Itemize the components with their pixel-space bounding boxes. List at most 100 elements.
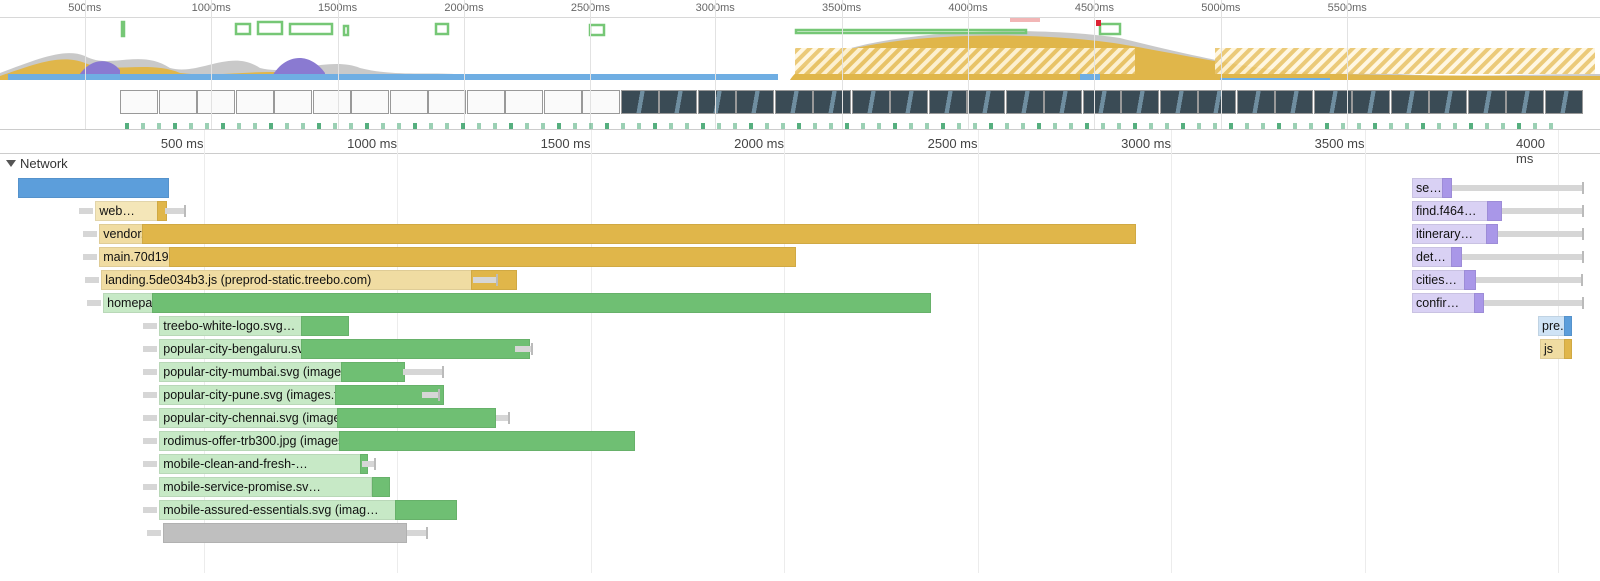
screenshot-thumb[interactable] [775, 90, 813, 114]
screenshot-thumb[interactable] [1237, 90, 1275, 114]
network-request-bar[interactable]: js [0, 339, 1600, 359]
network-request-bar[interactable]: cities… [0, 270, 1600, 290]
request-end-tick [1582, 297, 1584, 309]
network-request-bar[interactable]: icomoon.f9c43a99.woff2 (prep… [0, 523, 1600, 543]
screenshot-thumb[interactable] [197, 90, 235, 114]
screenshot-thumb[interactable] [698, 90, 736, 114]
request-label: mobile-clean-and-fresh-… [163, 457, 308, 471]
overview-gridline [842, 0, 843, 129]
screenshot-thumb[interactable] [1391, 90, 1429, 114]
screenshot-thumb[interactable] [1352, 90, 1390, 114]
request-label: mobile-service-promise.sv… [163, 480, 321, 494]
screenshot-thumb[interactable] [505, 90, 543, 114]
request-bar-download [339, 431, 635, 451]
screenshot-thumb[interactable] [1275, 90, 1313, 114]
network-request-bar[interactable]: pre. [0, 316, 1600, 336]
screenshot-thumb[interactable] [1160, 90, 1198, 114]
screenshot-thumb[interactable] [813, 90, 851, 114]
screenshot-thumb[interactable] [1545, 90, 1583, 114]
screenshot-thumb[interactable] [1006, 90, 1044, 114]
network-request-bar[interactable]: itinerary… [0, 224, 1600, 244]
request-label: cities… [1416, 273, 1457, 287]
screenshot-thumb[interactable] [236, 90, 274, 114]
network-request-bar[interactable]: se… [0, 178, 1600, 198]
request-lead-whisker [143, 438, 157, 444]
overview-gridline [715, 0, 716, 129]
screenshot-thumb[interactable] [967, 90, 1005, 114]
request-tail-whisker [407, 530, 426, 536]
screenshot-thumb[interactable] [1083, 90, 1121, 114]
screenshot-thumb[interactable] [159, 90, 197, 114]
overview-timeline[interactable]: 500ms1000ms1500ms2000ms2500ms3000ms3500m… [0, 0, 1600, 130]
request-end-tick [1581, 274, 1583, 286]
network-request-bar[interactable]: mobile-assured-essentials.svg (imag… [0, 500, 1600, 520]
request-bar-download [1564, 316, 1572, 336]
screenshot-thumb[interactable] [852, 90, 890, 114]
network-request-bar[interactable]: mobile-service-promise.sv… [0, 477, 1600, 497]
request-bar-download [337, 408, 496, 428]
request-lead-whisker [143, 507, 157, 513]
overview-ruler: 500ms1000ms1500ms2000ms2500ms3000ms3500m… [0, 0, 1600, 18]
screenshot-thumbs[interactable] [0, 88, 1600, 118]
request-end-tick [426, 527, 428, 539]
network-request-bar[interactable]: popular-city-mumbai.svg (images… [0, 362, 1600, 382]
disclosure-triangle-icon [6, 160, 16, 167]
network-request-bar[interactable]: popular-city-chennai.svg (images.treeboh… [0, 408, 1600, 428]
network-request-bar[interactable]: find.f464… [0, 201, 1600, 221]
screenshot-thumb[interactable] [1314, 90, 1352, 114]
network-request-bar[interactable]: mobile-clean-and-fresh-… [0, 454, 1600, 474]
screenshot-thumb[interactable] [1468, 90, 1506, 114]
network-waterfall[interactable]: bundle-ssr-…web…vendor.1573affe.js (prep… [0, 178, 1600, 581]
screenshot-thumb[interactable] [351, 90, 389, 114]
screenshot-thumb[interactable] [428, 90, 466, 114]
main-ruler-tick: 500 ms [161, 136, 204, 151]
main-ruler-tick: 2000 ms [734, 136, 784, 151]
request-lead-whisker [143, 415, 157, 421]
screenshot-thumb[interactable] [582, 90, 620, 114]
request-tail-whisker [422, 392, 437, 398]
request-bar-download [395, 500, 457, 520]
network-section-header[interactable]: Network [6, 156, 68, 171]
screenshot-thumb[interactable] [1198, 90, 1236, 114]
request-bar-download [1474, 293, 1484, 313]
request-lead-whisker [147, 530, 161, 536]
main-ruler[interactable]: 500 ms1000 ms1500 ms2000 ms2500 ms3000 m… [0, 130, 1600, 154]
request-bar-download [341, 362, 405, 382]
request-tail-whisker [1462, 254, 1582, 260]
main-ruler-tick: 4000 ms [1516, 136, 1558, 166]
request-bar-download [1451, 247, 1462, 267]
network-section-label: Network [20, 156, 68, 171]
screenshot-thumb[interactable] [929, 90, 967, 114]
screenshot-thumb[interactable] [736, 90, 774, 114]
network-request-bar[interactable]: rodimus-offer-trb300.jpg (images.treeboh… [0, 431, 1600, 451]
screenshot-thumb[interactable] [659, 90, 697, 114]
screenshot-thumb[interactable] [1121, 90, 1159, 114]
screenshot-thumb[interactable] [390, 90, 428, 114]
network-request-bar[interactable]: det… [0, 247, 1600, 267]
overview-flame-chart [0, 18, 1600, 80]
screenshot-thumb[interactable] [274, 90, 312, 114]
request-lead-whisker [143, 369, 157, 375]
screenshot-thumb[interactable] [544, 90, 582, 114]
screenshot-thumb[interactable] [1506, 90, 1544, 114]
main-ruler-tick: 2500 ms [928, 136, 978, 151]
network-request-bar[interactable]: confir… [0, 293, 1600, 313]
request-bar-download [1442, 178, 1452, 198]
screenshot-thumb[interactable] [313, 90, 351, 114]
request-label: itinerary… [1416, 227, 1473, 241]
overview-gridline [590, 0, 591, 129]
request-tail-whisker [403, 369, 442, 375]
request-label: js [1544, 342, 1553, 356]
request-label: popular-city-mumbai.svg (images… [163, 365, 360, 379]
network-request-bar[interactable]: popular-city-pune.svg (images.tree… [0, 385, 1600, 405]
screenshot-thumb[interactable] [1429, 90, 1467, 114]
screenshot-thumb[interactable] [467, 90, 505, 114]
overview-gridline [211, 0, 212, 129]
screenshot-thumb[interactable] [890, 90, 928, 114]
overview-gridline [338, 0, 339, 129]
screenshot-thumb[interactable] [621, 90, 659, 114]
screenshot-thumb[interactable] [1044, 90, 1082, 114]
screenshot-thumb[interactable] [120, 90, 158, 114]
overview-gridline [1221, 0, 1222, 129]
request-bar-download [1487, 201, 1502, 221]
